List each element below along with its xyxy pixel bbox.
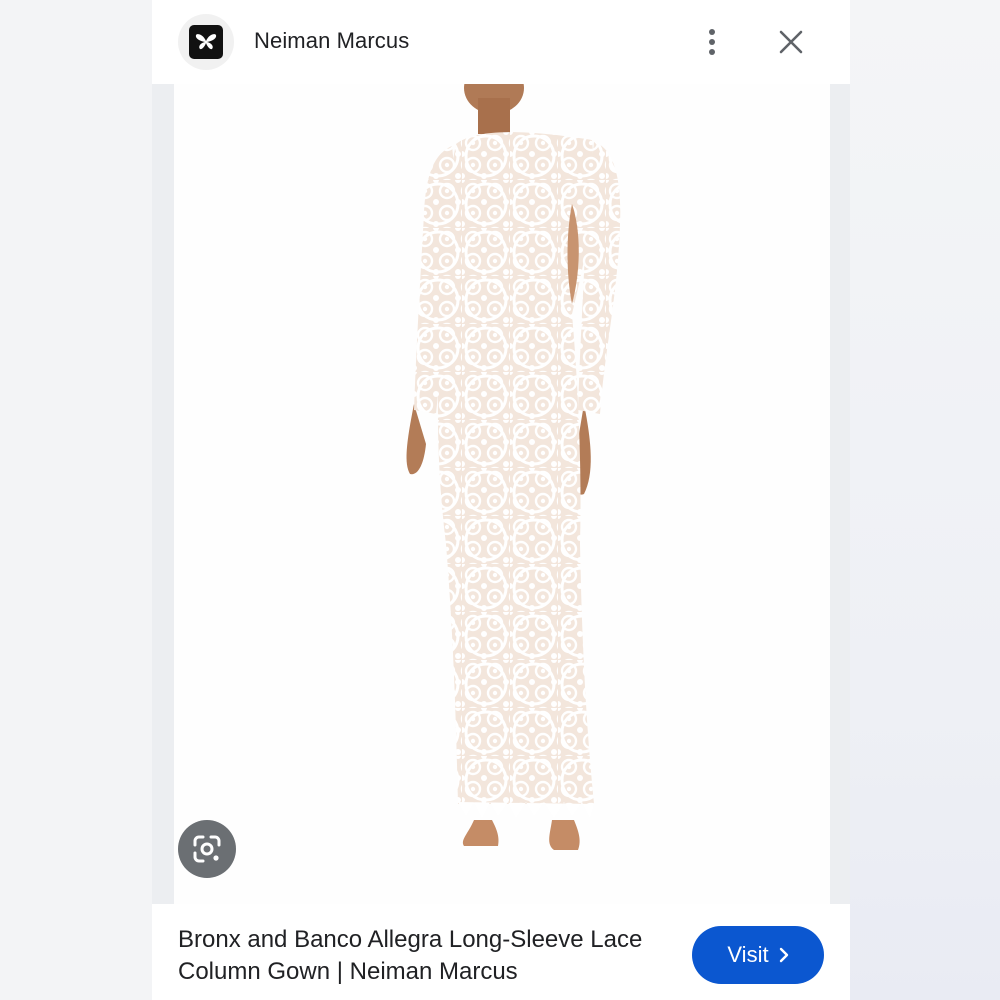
visit-label: Visit — [727, 942, 769, 967]
product-image-area[interactable] — [152, 84, 850, 904]
preview-footer: Bronx and Banco Allegra Long-Sleeve Lace… — [152, 904, 850, 1000]
site-name[interactable]: Neiman Marcus — [254, 28, 409, 54]
site-favicon[interactable] — [178, 14, 234, 70]
image-preview-card: Neiman Marcus Bronx and Banco Allegra Lo… — [152, 0, 850, 1000]
close-icon — [779, 30, 803, 54]
chevron-right-icon — [779, 947, 788, 963]
preview-header: Neiman Marcus — [152, 0, 850, 84]
google-lens-icon — [193, 835, 221, 863]
right-backdrop — [850, 0, 1000, 1000]
visit-button[interactable]: Visit — [692, 926, 824, 984]
product-photo[interactable] — [174, 84, 830, 904]
close-button[interactable] — [774, 24, 808, 60]
butterfly-logo-icon — [189, 25, 223, 59]
product-title-link[interactable]: Bronx and Banco Allegra Long-Sleeve Lace… — [178, 924, 658, 988]
google-lens-button[interactable] — [178, 820, 236, 878]
more-vert-icon — [709, 29, 715, 55]
more-options-button[interactable] — [697, 24, 727, 60]
left-backdrop — [0, 0, 152, 1000]
